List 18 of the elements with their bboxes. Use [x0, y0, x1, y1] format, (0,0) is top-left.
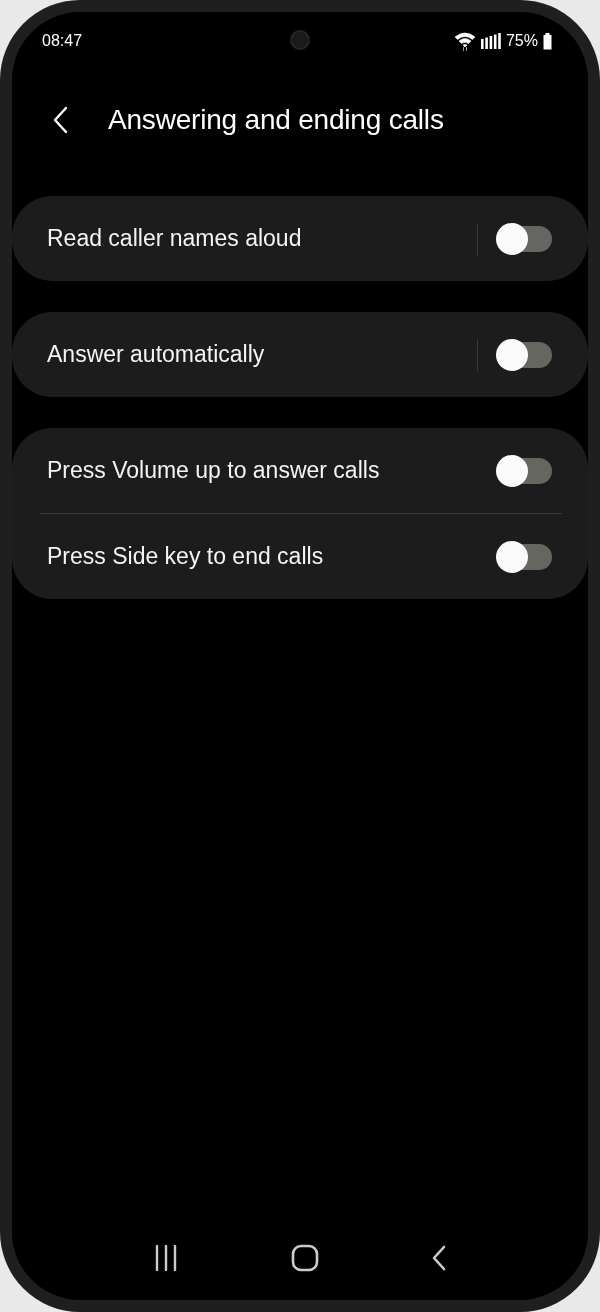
toggle-switch[interactable]	[496, 338, 552, 371]
battery-icon	[543, 32, 552, 50]
toggle-switch[interactable]	[496, 454, 552, 487]
signal-icon	[480, 33, 501, 49]
toggle-switch[interactable]	[496, 222, 552, 255]
setting-label: Answer automatically	[47, 341, 266, 368]
setting-label: Read caller names aloud	[47, 225, 303, 252]
home-icon[interactable]	[291, 1244, 319, 1272]
back-icon[interactable]	[431, 1245, 447, 1271]
toggle-switch[interactable]	[496, 540, 552, 573]
setting-label: Press Volume up to answer calls	[47, 457, 381, 484]
battery-percent: 75%	[505, 32, 538, 50]
wifi-icon	[453, 31, 476, 51]
setting-label: Press Side key to end calls	[47, 543, 325, 570]
status-time: 08:47	[42, 32, 83, 50]
recent-apps-icon[interactable]	[153, 1245, 179, 1271]
camera-icon	[290, 30, 310, 50]
page-title: Answering and ending calls	[108, 104, 444, 136]
